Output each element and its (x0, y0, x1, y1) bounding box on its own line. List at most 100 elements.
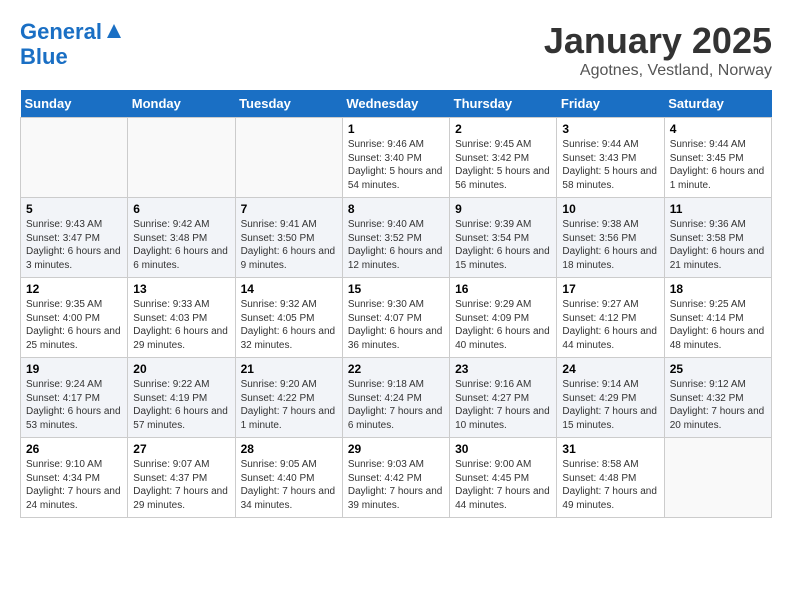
calendar-week-row: 12Sunrise: 9:35 AM Sunset: 4:00 PM Dayli… (21, 278, 772, 358)
calendar-cell: 26 Sunrise: 9:10 AM Sunset: 4:34 PM Dayli… (21, 438, 128, 518)
day-number: 6 (133, 202, 229, 216)
calendar-cell (235, 118, 342, 198)
day-info: Sunrise: 9:39 AM Sunset: 3:54 PM Dayligh… (455, 218, 551, 272)
calendar-subtitle: Agotnes, Vestland, Norway (544, 62, 772, 80)
day-info: Sunrise: 9:05 AM Sunset: 4:40 PM Dayligh… (241, 458, 337, 512)
calendar-cell: 7Sunrise: 9:41 AM Sunset: 3:50 PM Daylig… (235, 198, 342, 278)
logo-icon (105, 22, 123, 40)
day-info: Sunrise: 9:44 AM Sunset: 3:43 PM Dayligh… (562, 138, 658, 192)
day-info: Sunrise: 9:36 AM Sunset: 3:58 PM Dayligh… (670, 218, 766, 272)
calendar-cell: 29 Sunrise: 9:03 AM Sunset: 4:42 PM Dayli… (342, 438, 449, 518)
calendar-cell: 21Sunrise: 9:20 AM Sunset: 4:22 PM Dayli… (235, 358, 342, 438)
day-number: 9 (455, 202, 551, 216)
day-info: Sunrise: 9:18 AM Sunset: 4:24 PM Dayligh… (348, 378, 444, 432)
day-info: Sunrise: 9:43 AM Sunset: 3:47 PM Dayligh… (26, 218, 122, 272)
calendar-week-row: 5Sunrise: 9:43 AM Sunset: 3:47 PM Daylig… (21, 198, 772, 278)
calendar-cell: 4Sunrise: 9:44 AM Sunset: 3:45 PM Daylig… (664, 118, 771, 198)
title-block: January 2025 Agotnes, Vestland, Norway (544, 20, 772, 80)
day-number: 20 (133, 362, 229, 376)
day-number: 19 (26, 362, 122, 376)
day-info: Sunrise: 9:24 AM Sunset: 4:17 PM Dayligh… (26, 378, 122, 432)
calendar-cell: 17 Sunrise: 9:27 AM Sunset: 4:12 PM Dayli… (557, 278, 664, 358)
day-number: 27 (133, 442, 229, 456)
weekday-header-wednesday: Wednesday (342, 90, 449, 118)
logo: General Blue (20, 20, 123, 69)
weekday-header-saturday: Saturday (664, 90, 771, 118)
calendar-body: 1 Sunrise: 9:46 AM Sunset: 3:40 PM Daylig… (21, 118, 772, 518)
day-info: Sunrise: 9:33 AM Sunset: 4:03 PM Dayligh… (133, 298, 229, 352)
day-number: 26 (26, 442, 122, 456)
calendar-cell: 28 Sunrise: 9:05 AM Sunset: 4:40 PM Dayli… (235, 438, 342, 518)
day-number: 29 (348, 442, 444, 456)
calendar-cell: 13 Sunrise: 9:33 AM Sunset: 4:03 PM Dayli… (128, 278, 235, 358)
day-info: Sunrise: 9:30 AM Sunset: 4:07 PM Dayligh… (348, 298, 444, 352)
calendar-cell: 2Sunrise: 9:45 AM Sunset: 3:42 PM Daylig… (450, 118, 557, 198)
logo-blue-text: Blue (20, 45, 68, 69)
day-info: Sunrise: 9:27 AM Sunset: 4:12 PM Dayligh… (562, 298, 658, 352)
calendar-cell: 1 Sunrise: 9:46 AM Sunset: 3:40 PM Daylig… (342, 118, 449, 198)
calendar-cell (664, 438, 771, 518)
calendar-header: SundayMondayTuesdayWednesdayThursdayFrid… (21, 90, 772, 118)
calendar-cell: 10 Sunrise: 9:38 AM Sunset: 3:56 PM Dayli… (557, 198, 664, 278)
day-info: Sunrise: 9:10 AM Sunset: 4:34 PM Dayligh… (26, 458, 122, 512)
calendar-cell: 27Sunrise: 9:07 AM Sunset: 4:37 PM Dayli… (128, 438, 235, 518)
day-number: 23 (455, 362, 551, 376)
logo-text: General (20, 20, 102, 44)
day-number: 18 (670, 282, 766, 296)
day-number: 14 (241, 282, 337, 296)
day-info: Sunrise: 9:20 AM Sunset: 4:22 PM Dayligh… (241, 378, 337, 432)
day-number: 8 (348, 202, 444, 216)
day-number: 10 (562, 202, 658, 216)
day-info: Sunrise: 9:41 AM Sunset: 3:50 PM Dayligh… (241, 218, 337, 272)
day-info: Sunrise: 9:40 AM Sunset: 3:52 PM Dayligh… (348, 218, 444, 272)
day-number: 22 (348, 362, 444, 376)
day-number: 31 (562, 442, 658, 456)
day-info: Sunrise: 8:58 AM Sunset: 4:48 PM Dayligh… (562, 458, 658, 512)
calendar-cell: 24Sunrise: 9:14 AM Sunset: 4:29 PM Dayli… (557, 358, 664, 438)
day-info: Sunrise: 9:22 AM Sunset: 4:19 PM Dayligh… (133, 378, 229, 432)
day-info: Sunrise: 9:35 AM Sunset: 4:00 PM Dayligh… (26, 298, 122, 352)
calendar-cell: 15Sunrise: 9:30 AM Sunset: 4:07 PM Dayli… (342, 278, 449, 358)
calendar-cell: 8 Sunrise: 9:40 AM Sunset: 3:52 PM Daylig… (342, 198, 449, 278)
day-info: Sunrise: 9:45 AM Sunset: 3:42 PM Dayligh… (455, 138, 551, 192)
calendar-week-row: 1 Sunrise: 9:46 AM Sunset: 3:40 PM Daylig… (21, 118, 772, 198)
day-number: 11 (670, 202, 766, 216)
calendar-week-row: 26 Sunrise: 9:10 AM Sunset: 4:34 PM Dayli… (21, 438, 772, 518)
calendar-cell: 22 Sunrise: 9:18 AM Sunset: 4:24 PM Dayli… (342, 358, 449, 438)
day-info: Sunrise: 9:12 AM Sunset: 4:32 PM Dayligh… (670, 378, 766, 432)
day-info: Sunrise: 9:32 AM Sunset: 4:05 PM Dayligh… (241, 298, 337, 352)
calendar-cell: 12Sunrise: 9:35 AM Sunset: 4:00 PM Dayli… (21, 278, 128, 358)
calendar-cell: 30Sunrise: 9:00 AM Sunset: 4:45 PM Dayli… (450, 438, 557, 518)
calendar-cell: 9 Sunrise: 9:39 AM Sunset: 3:54 PM Daylig… (450, 198, 557, 278)
calendar-cell: 16Sunrise: 9:29 AM Sunset: 4:09 PM Dayli… (450, 278, 557, 358)
calendar-title: January 2025 (544, 20, 772, 62)
weekday-header-monday: Monday (128, 90, 235, 118)
day-info: Sunrise: 9:38 AM Sunset: 3:56 PM Dayligh… (562, 218, 658, 272)
day-info: Sunrise: 9:00 AM Sunset: 4:45 PM Dayligh… (455, 458, 551, 512)
calendar-table: SundayMondayTuesdayWednesdayThursdayFrid… (20, 90, 772, 518)
calendar-cell (21, 118, 128, 198)
day-number: 3 (562, 122, 658, 136)
day-info: Sunrise: 9:46 AM Sunset: 3:40 PM Dayligh… (348, 138, 444, 192)
calendar-cell: 31 Sunrise: 8:58 AM Sunset: 4:48 PM Dayli… (557, 438, 664, 518)
day-number: 13 (133, 282, 229, 296)
day-info: Sunrise: 9:03 AM Sunset: 4:42 PM Dayligh… (348, 458, 444, 512)
calendar-cell: 19 Sunrise: 9:24 AM Sunset: 4:17 PM Dayli… (21, 358, 128, 438)
day-number: 28 (241, 442, 337, 456)
calendar-week-row: 19 Sunrise: 9:24 AM Sunset: 4:17 PM Dayli… (21, 358, 772, 438)
day-info: Sunrise: 9:16 AM Sunset: 4:27 PM Dayligh… (455, 378, 551, 432)
page-header: General Blue January 2025 Agotnes, Vestl… (20, 20, 772, 80)
calendar-cell: 6Sunrise: 9:42 AM Sunset: 3:48 PM Daylig… (128, 198, 235, 278)
weekday-header-thursday: Thursday (450, 90, 557, 118)
calendar-cell: 18 Sunrise: 9:25 AM Sunset: 4:14 PM Dayli… (664, 278, 771, 358)
weekday-header-tuesday: Tuesday (235, 90, 342, 118)
day-info: Sunrise: 9:44 AM Sunset: 3:45 PM Dayligh… (670, 138, 766, 192)
calendar-cell: 5Sunrise: 9:43 AM Sunset: 3:47 PM Daylig… (21, 198, 128, 278)
calendar-cell (128, 118, 235, 198)
weekday-header-sunday: Sunday (21, 90, 128, 118)
day-number: 16 (455, 282, 551, 296)
day-number: 1 (348, 122, 444, 136)
day-info: Sunrise: 9:25 AM Sunset: 4:14 PM Dayligh… (670, 298, 766, 352)
day-info: Sunrise: 9:14 AM Sunset: 4:29 PM Dayligh… (562, 378, 658, 432)
day-number: 17 (562, 282, 658, 296)
